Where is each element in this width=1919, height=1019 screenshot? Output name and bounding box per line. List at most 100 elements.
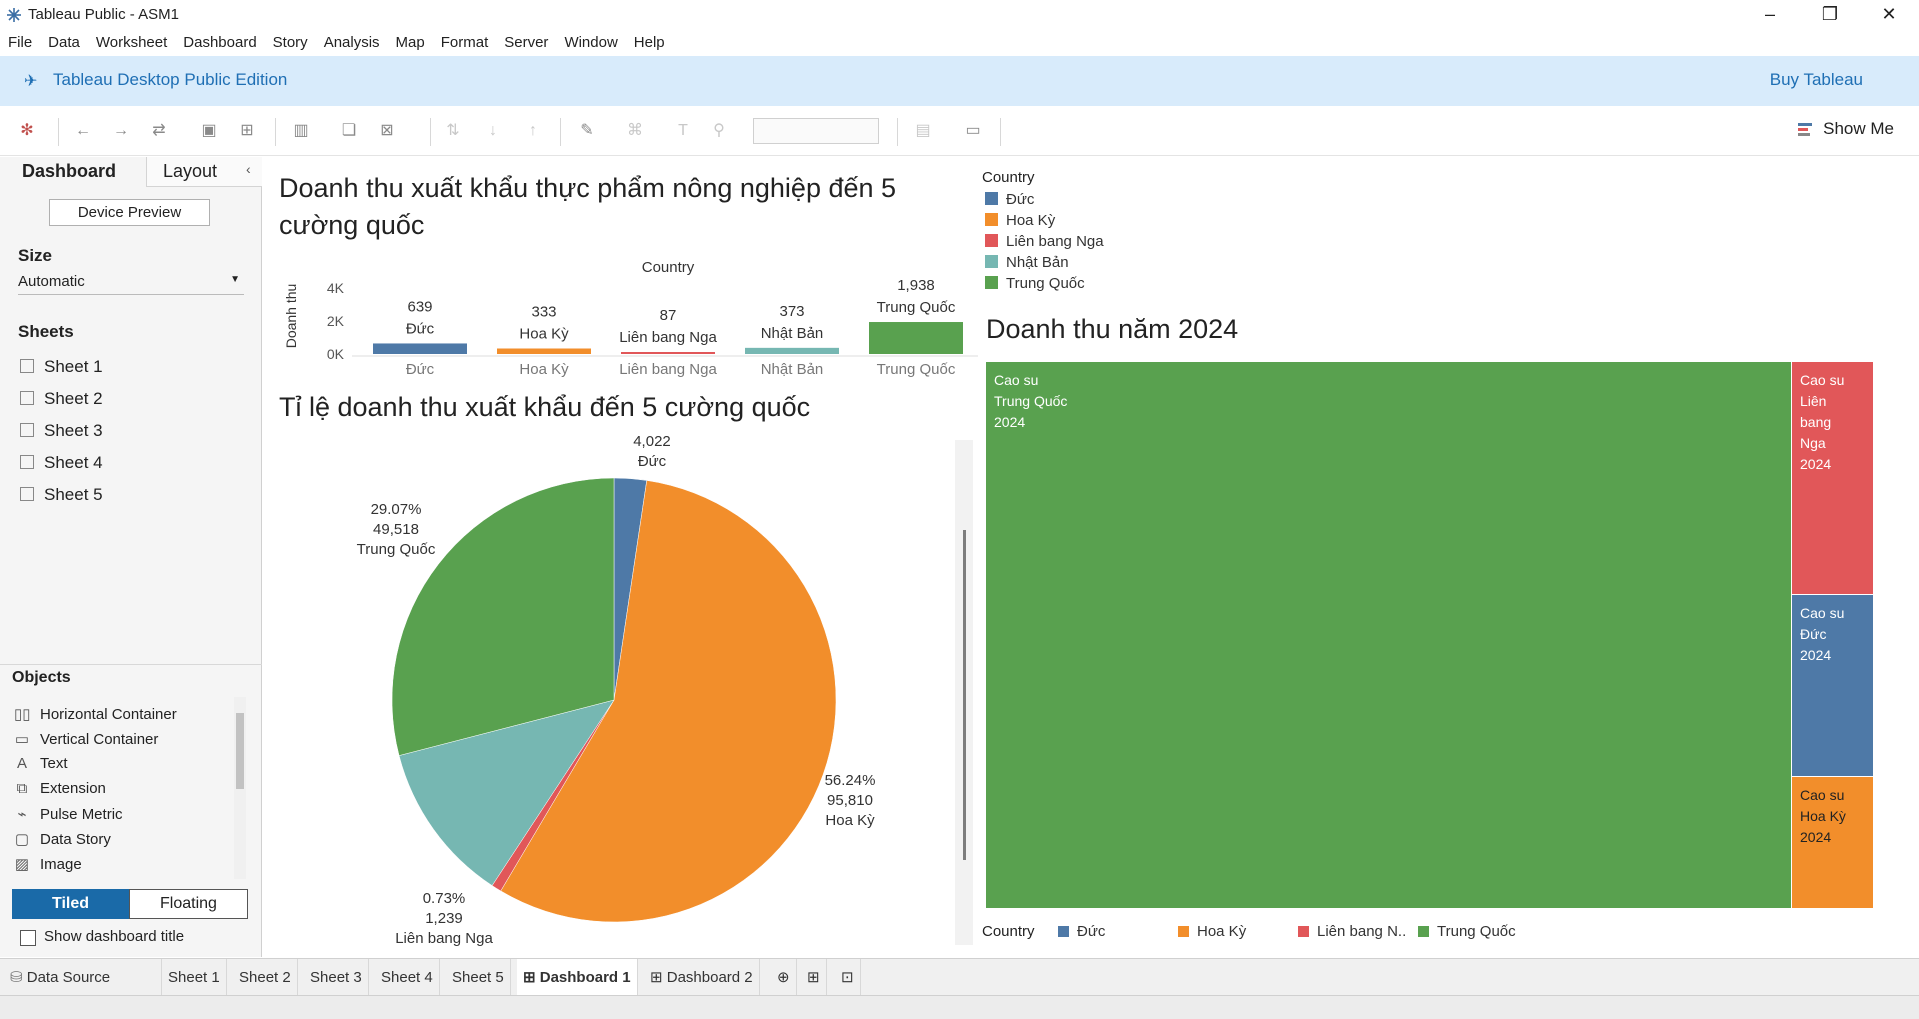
collapse-chevron-icon[interactable]: ‹: [246, 161, 251, 177]
show-me-icon[interactable]: [1798, 123, 1812, 137]
scrollbar-thumb[interactable]: [963, 530, 966, 860]
object-extension[interactable]: ⧉ Extension: [14, 780, 106, 797]
legend-item-hoa-ky[interactable]: Hoa Kỳ: [985, 212, 1055, 229]
new-worksheet-tab-icon[interactable]: ⊕: [771, 959, 797, 996]
bottom-legend-item-trung-quoc[interactable]: Trung Quốc: [1418, 923, 1516, 940]
object-vertical-container[interactable]: ▭ Vertical Container: [14, 730, 159, 748]
legend-swatch: [985, 255, 998, 268]
pie-slice-label: 56.24%: [825, 772, 876, 789]
sheet-item-3[interactable]: Sheet 3: [20, 421, 103, 441]
legend-item-nhat-ban[interactable]: Nhật Bản: [985, 254, 1069, 271]
clear-sheet-icon[interactable]: ⊠: [376, 120, 398, 142]
tableau-home-icon[interactable]: ✻: [16, 120, 38, 142]
pie-slice-label: Đức: [638, 453, 667, 470]
sort-ascending-icon[interactable]: ↓: [482, 120, 504, 142]
treemap-cell-lien-bang-nga[interactable]: Cao su Liên bang Nga 2024: [1792, 362, 1873, 594]
fit-dropdown[interactable]: [753, 118, 879, 144]
highlight-icon[interactable]: ✎: [576, 120, 598, 142]
legend-item-duc[interactable]: Đức: [985, 191, 1034, 208]
treemap-cell-hoa-ky[interactable]: Cao su Hoa Kỳ 2024: [1792, 777, 1873, 908]
show-title-checkbox[interactable]: [20, 930, 36, 946]
object-pulse-metric[interactable]: ⌁ Pulse Metric: [14, 805, 122, 823]
save-icon[interactable]: ▣: [198, 120, 220, 142]
legend-swatch: [1178, 926, 1189, 937]
object-image[interactable]: ▨ Image: [14, 855, 82, 873]
sheet-item-2[interactable]: Sheet 2: [20, 389, 103, 409]
sheet-item-1[interactable]: Sheet 1: [20, 357, 103, 377]
new-data-source-icon[interactable]: ⊞: [236, 120, 258, 142]
x-tick-label: Nhật Bản: [761, 361, 824, 378]
sheet-item-5[interactable]: Sheet 5: [20, 485, 103, 505]
sort-descending-icon[interactable]: ↑: [522, 120, 544, 142]
objects-scrollbar[interactable]: [234, 697, 246, 879]
bottom-legend-title: Country: [982, 923, 1035, 940]
tab-sheet-3[interactable]: Sheet 3: [304, 959, 369, 996]
tab-dashboard[interactable]: Dashboard: [0, 157, 146, 187]
x-axis-title: Country: [642, 259, 695, 276]
legend-item-lien-bang-nga[interactable]: Liên bang Nga: [985, 233, 1104, 250]
redo-icon[interactable]: →: [110, 120, 132, 142]
object-data-story[interactable]: ▢ Data Story: [14, 830, 111, 848]
size-value: Automatic: [18, 273, 85, 290]
swap-icon[interactable]: ⇅: [442, 120, 464, 142]
tab-dashboard-1[interactable]: ⊞ Dashboard 1: [517, 959, 638, 996]
restore-button[interactable]: ❐: [1800, 0, 1860, 30]
treemap-cell-duc[interactable]: Cao su Đức 2024: [1792, 595, 1873, 776]
bottom-legend-item-lien-bang-nga[interactable]: Liên bang N..: [1298, 923, 1406, 940]
legend-item-trung-quoc[interactable]: Trung Quốc: [985, 275, 1085, 292]
new-story-tab-icon[interactable]: ⊡: [835, 959, 861, 996]
menu-map[interactable]: Map: [396, 34, 425, 51]
device-preview-button[interactable]: Device Preview: [49, 199, 210, 226]
menu-format[interactable]: Format: [441, 34, 489, 51]
menu-bar: File Data Worksheet Dashboard Story Anal…: [0, 30, 1919, 55]
undo-icon[interactable]: ←: [72, 120, 94, 142]
tab-data-source[interactable]: ⛁ Data Source: [4, 959, 162, 996]
menu-worksheet[interactable]: Worksheet: [96, 34, 167, 51]
new-worksheet-icon[interactable]: ▥: [290, 120, 312, 142]
new-dashboard-tab-icon[interactable]: ⊞: [801, 959, 827, 996]
menu-dashboard[interactable]: Dashboard: [183, 34, 256, 51]
tab-layout[interactable]: Layout: [146, 157, 262, 187]
menu-window[interactable]: Window: [564, 34, 617, 51]
menu-analysis[interactable]: Analysis: [324, 34, 380, 51]
menu-data[interactable]: Data: [48, 34, 80, 51]
floating-toggle[interactable]: Floating: [129, 889, 248, 919]
menu-server[interactable]: Server: [504, 34, 548, 51]
tab-sheet-2[interactable]: Sheet 2: [233, 959, 298, 996]
buy-tableau-link[interactable]: Buy Tableau: [1770, 70, 1863, 90]
tab-sheet-1[interactable]: Sheet 1: [162, 959, 227, 996]
bottom-legend-item-hoa-ky[interactable]: Hoa Kỳ: [1178, 923, 1246, 940]
vertical-container-icon: ▭: [14, 731, 30, 748]
duplicate-sheet-icon[interactable]: ❏: [338, 120, 360, 142]
size-dropdown[interactable]: Automatic ▼: [18, 273, 244, 295]
minimize-button[interactable]: –: [1740, 0, 1800, 30]
tableau-logo-icon: [7, 8, 21, 22]
show-me-button[interactable]: Show Me: [1823, 119, 1894, 139]
scrollbar-thumb[interactable]: [236, 713, 244, 789]
object-text[interactable]: A Text: [14, 755, 68, 772]
tab-sheet-5[interactable]: Sheet 5: [446, 959, 511, 996]
tab-dashboard-2[interactable]: ⊞ Dashboard 2: [644, 959, 760, 996]
sheet-item-4[interactable]: Sheet 4: [20, 453, 103, 473]
bar-name-label: Liên bang Nga: [619, 329, 717, 346]
menu-file[interactable]: File: [8, 34, 32, 51]
menu-help[interactable]: Help: [634, 34, 665, 51]
show-cards-icon[interactable]: ▤: [912, 120, 934, 142]
pie-scrollbar[interactable]: [955, 440, 973, 945]
replay-icon[interactable]: ⇄: [148, 120, 170, 142]
fix-axes-icon[interactable]: ⚲: [708, 120, 730, 142]
bottom-legend-item-duc[interactable]: Đức: [1058, 923, 1105, 940]
pie-chart-title: Tỉ lệ doanh thu xuất khẩu đến 5 cường qu…: [279, 392, 811, 422]
presentation-mode-icon[interactable]: ▭: [962, 120, 984, 142]
menu-story[interactable]: Story: [273, 34, 308, 51]
labels-icon[interactable]: T: [672, 120, 694, 142]
group-icon[interactable]: ⌘: [624, 120, 646, 142]
bar: [373, 343, 467, 354]
close-button[interactable]: ✕: [1859, 0, 1919, 30]
tab-sheet-4[interactable]: Sheet 4: [375, 959, 440, 996]
tiled-toggle[interactable]: Tiled: [12, 889, 129, 919]
legend-swatch: [985, 192, 998, 205]
treemap-cell-trung-quoc[interactable]: Cao su Trung Quốc 2024: [986, 362, 1791, 908]
object-horizontal-container[interactable]: ▯▯ Horizontal Container: [14, 705, 177, 723]
pie-chart: 4,022 Đức 56.24% 95,810 Hoa Kỳ 0.73% 1,239 Liên…: [278, 432, 968, 952]
